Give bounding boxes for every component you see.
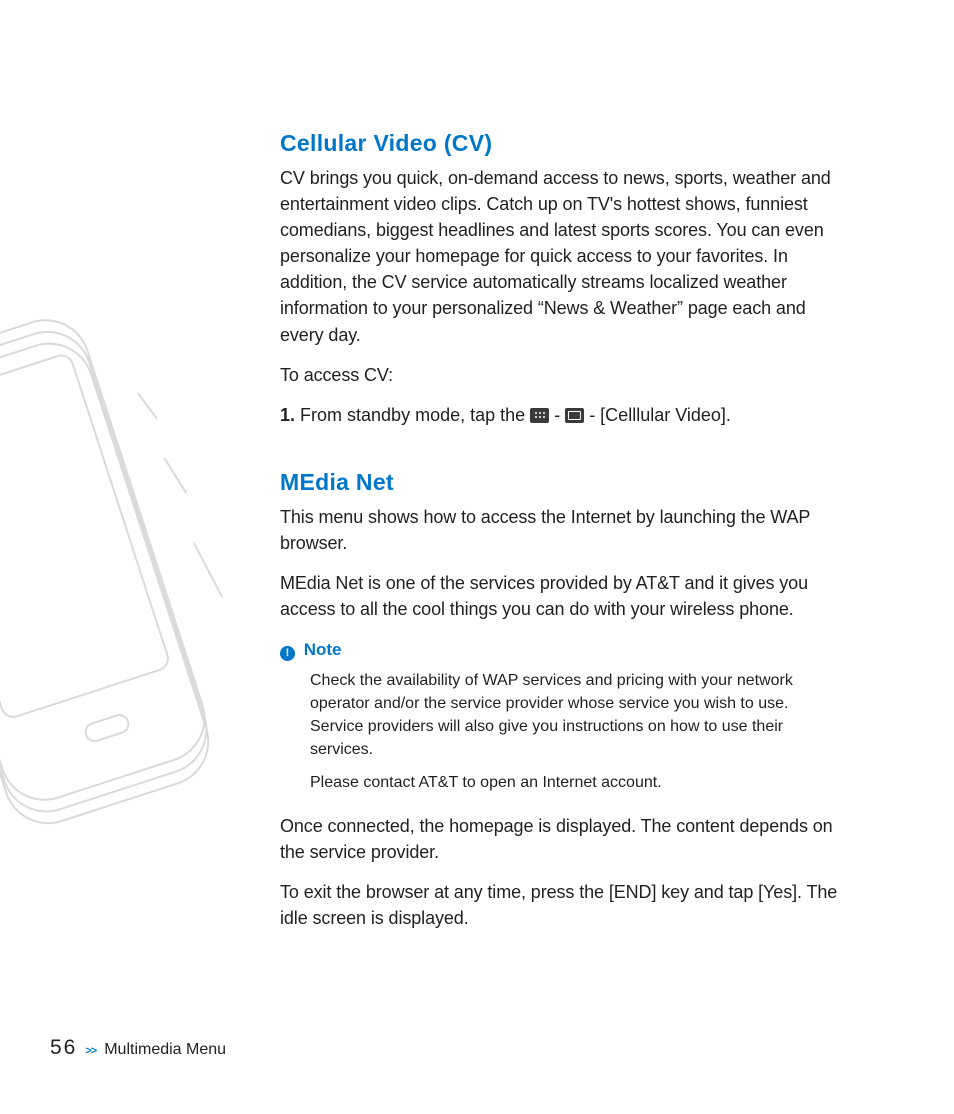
step-text-pre: From standby mode, tap the [300,405,530,425]
step-number: 1. [280,405,295,425]
note-text-1: Check the availability of WAP services a… [310,669,840,762]
media-para-2: MEdia Net is one of the services provide… [280,570,840,622]
note-label: Note [304,640,342,659]
page-footer: 56 >> Multimedia Menu [50,1036,226,1060]
media-para-1: This menu shows how to access the Intern… [280,504,840,556]
step-text-post: - [Celllular Video]. [589,405,731,425]
app-grid-icon [530,408,549,423]
note-text-2: Please contact AT&T to open an Internet … [310,771,840,794]
heading-cellular-video: Cellular Video (CV) [280,130,840,157]
footer-chevron-icon: >> [85,1045,96,1057]
note-icon: ! [280,646,295,661]
video-icon [565,408,584,423]
page-content: Cellular Video (CV) CV brings you quick,… [280,130,840,945]
footer-section-label: Multimedia Menu [104,1041,226,1059]
phone-illustration [0,310,240,870]
media-para-3: Once connected, the homepage is displaye… [280,813,840,865]
note-block: ! Note Check the availability of WAP ser… [280,640,840,794]
heading-media-net: MEdia Net [280,469,840,496]
page-number: 56 [50,1036,77,1060]
cv-description: CV brings you quick, on-demand access to… [280,165,840,348]
cv-step-1: 1. From standby mode, tap the - - [Celll… [280,402,840,429]
note-header: ! Note [280,640,840,661]
cv-access-intro: To access CV: [280,362,840,388]
step-sep-1: - [554,405,565,425]
media-para-4: To exit the browser at any time, press t… [280,879,840,931]
